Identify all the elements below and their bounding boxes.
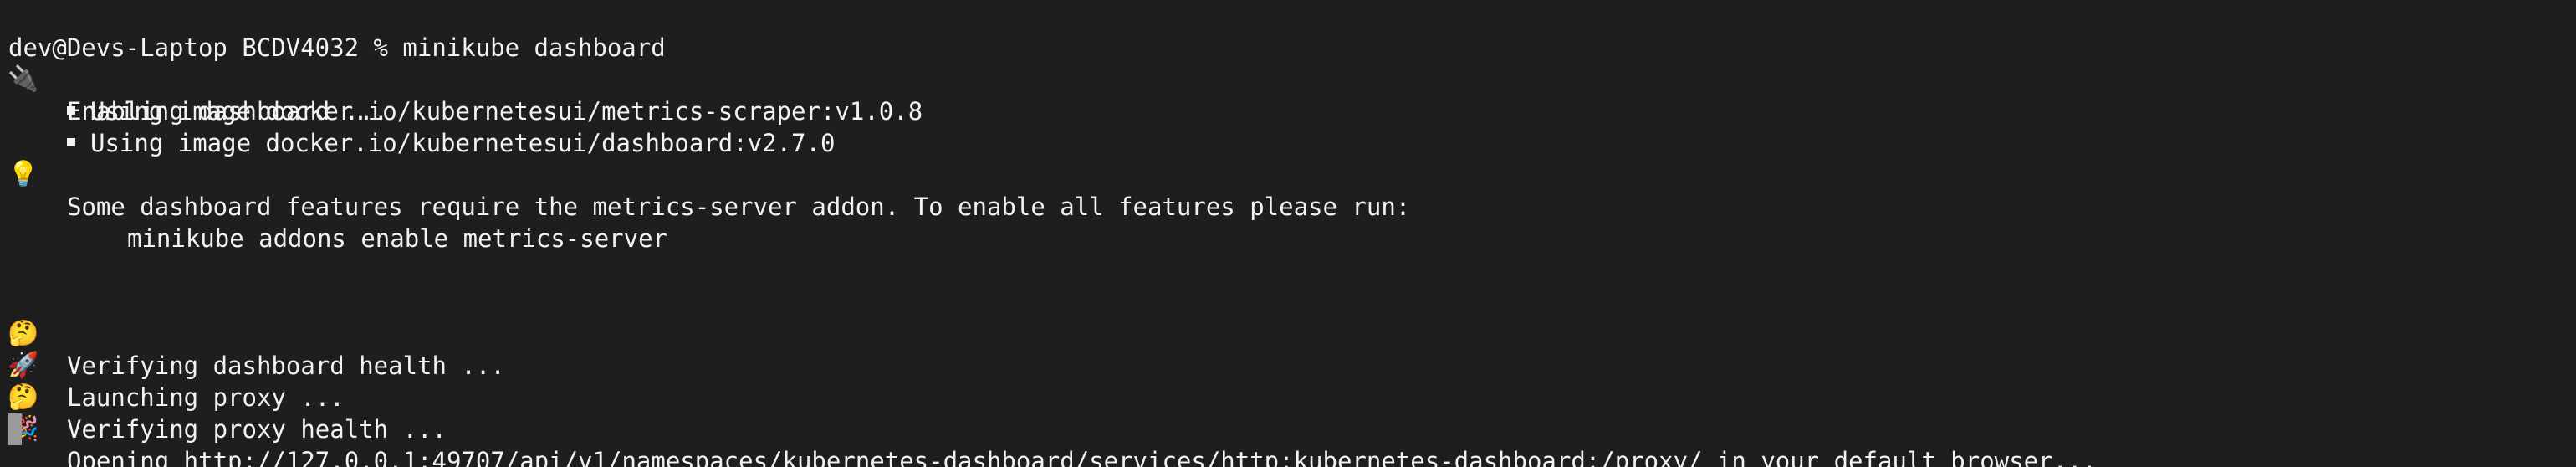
output-text: Some dashboard features require the metr… — [67, 192, 1411, 221]
output-line: minikube addons enable metrics-server — [0, 191, 667, 253]
output-text: Verifying proxy health ... — [67, 415, 447, 444]
bullet-icon — [67, 138, 75, 146]
output-line: Using image docker.io/kubernetesui/metri… — [0, 64, 923, 126]
output-line: 🎉 Opening http://127.0.0.1:49707/api/v1/… — [0, 382, 2097, 467]
output-text: Launching proxy ... — [67, 383, 345, 412]
bullet-icon — [67, 106, 75, 115]
output-line: 💡 Some dashboard features require the me… — [0, 127, 1410, 221]
prompt-command: dev@Devs-Laptop BCDV4032 % minikube dash… — [8, 33, 666, 62]
terminal-window[interactable]: dev@Devs-Laptop BCDV4032 % minikube dash… — [0, 0, 2576, 467]
output-bullet-line: Using image docker.io/kubernetesui/metri… — [67, 95, 923, 127]
suggested-command: minikube addons enable metrics-server — [127, 224, 668, 253]
lightbulb-icon: 💡 — [8, 160, 39, 189]
output-line: Using image docker.io/kubernetesui/dashb… — [0, 95, 835, 157]
output-line: 🔌 Enabling dashboard ... — [0, 32, 388, 126]
output-text: Using image docker.io/kubernetesui/dashb… — [90, 129, 836, 157]
text-cursor — [8, 413, 22, 445]
output-bullet-line: Using image docker.io/kubernetesui/dashb… — [67, 127, 835, 159]
output-text: Verifying dashboard health ... — [67, 352, 505, 380]
output-line: 🤔 Verifying proxy health ... — [0, 350, 447, 444]
command-line: dev@Devs-Laptop BCDV4032 % minikube dash… — [0, 0, 666, 62]
output-text: Using image docker.io/kubernetesui/metri… — [90, 97, 923, 126]
output-text: Opening http://127.0.0.1:49707/api/v1/na… — [67, 447, 2097, 467]
output-line: 🤔 Verifying dashboard health ... — [0, 286, 504, 380]
output-line: 🚀 Launching proxy ... — [0, 318, 344, 412]
